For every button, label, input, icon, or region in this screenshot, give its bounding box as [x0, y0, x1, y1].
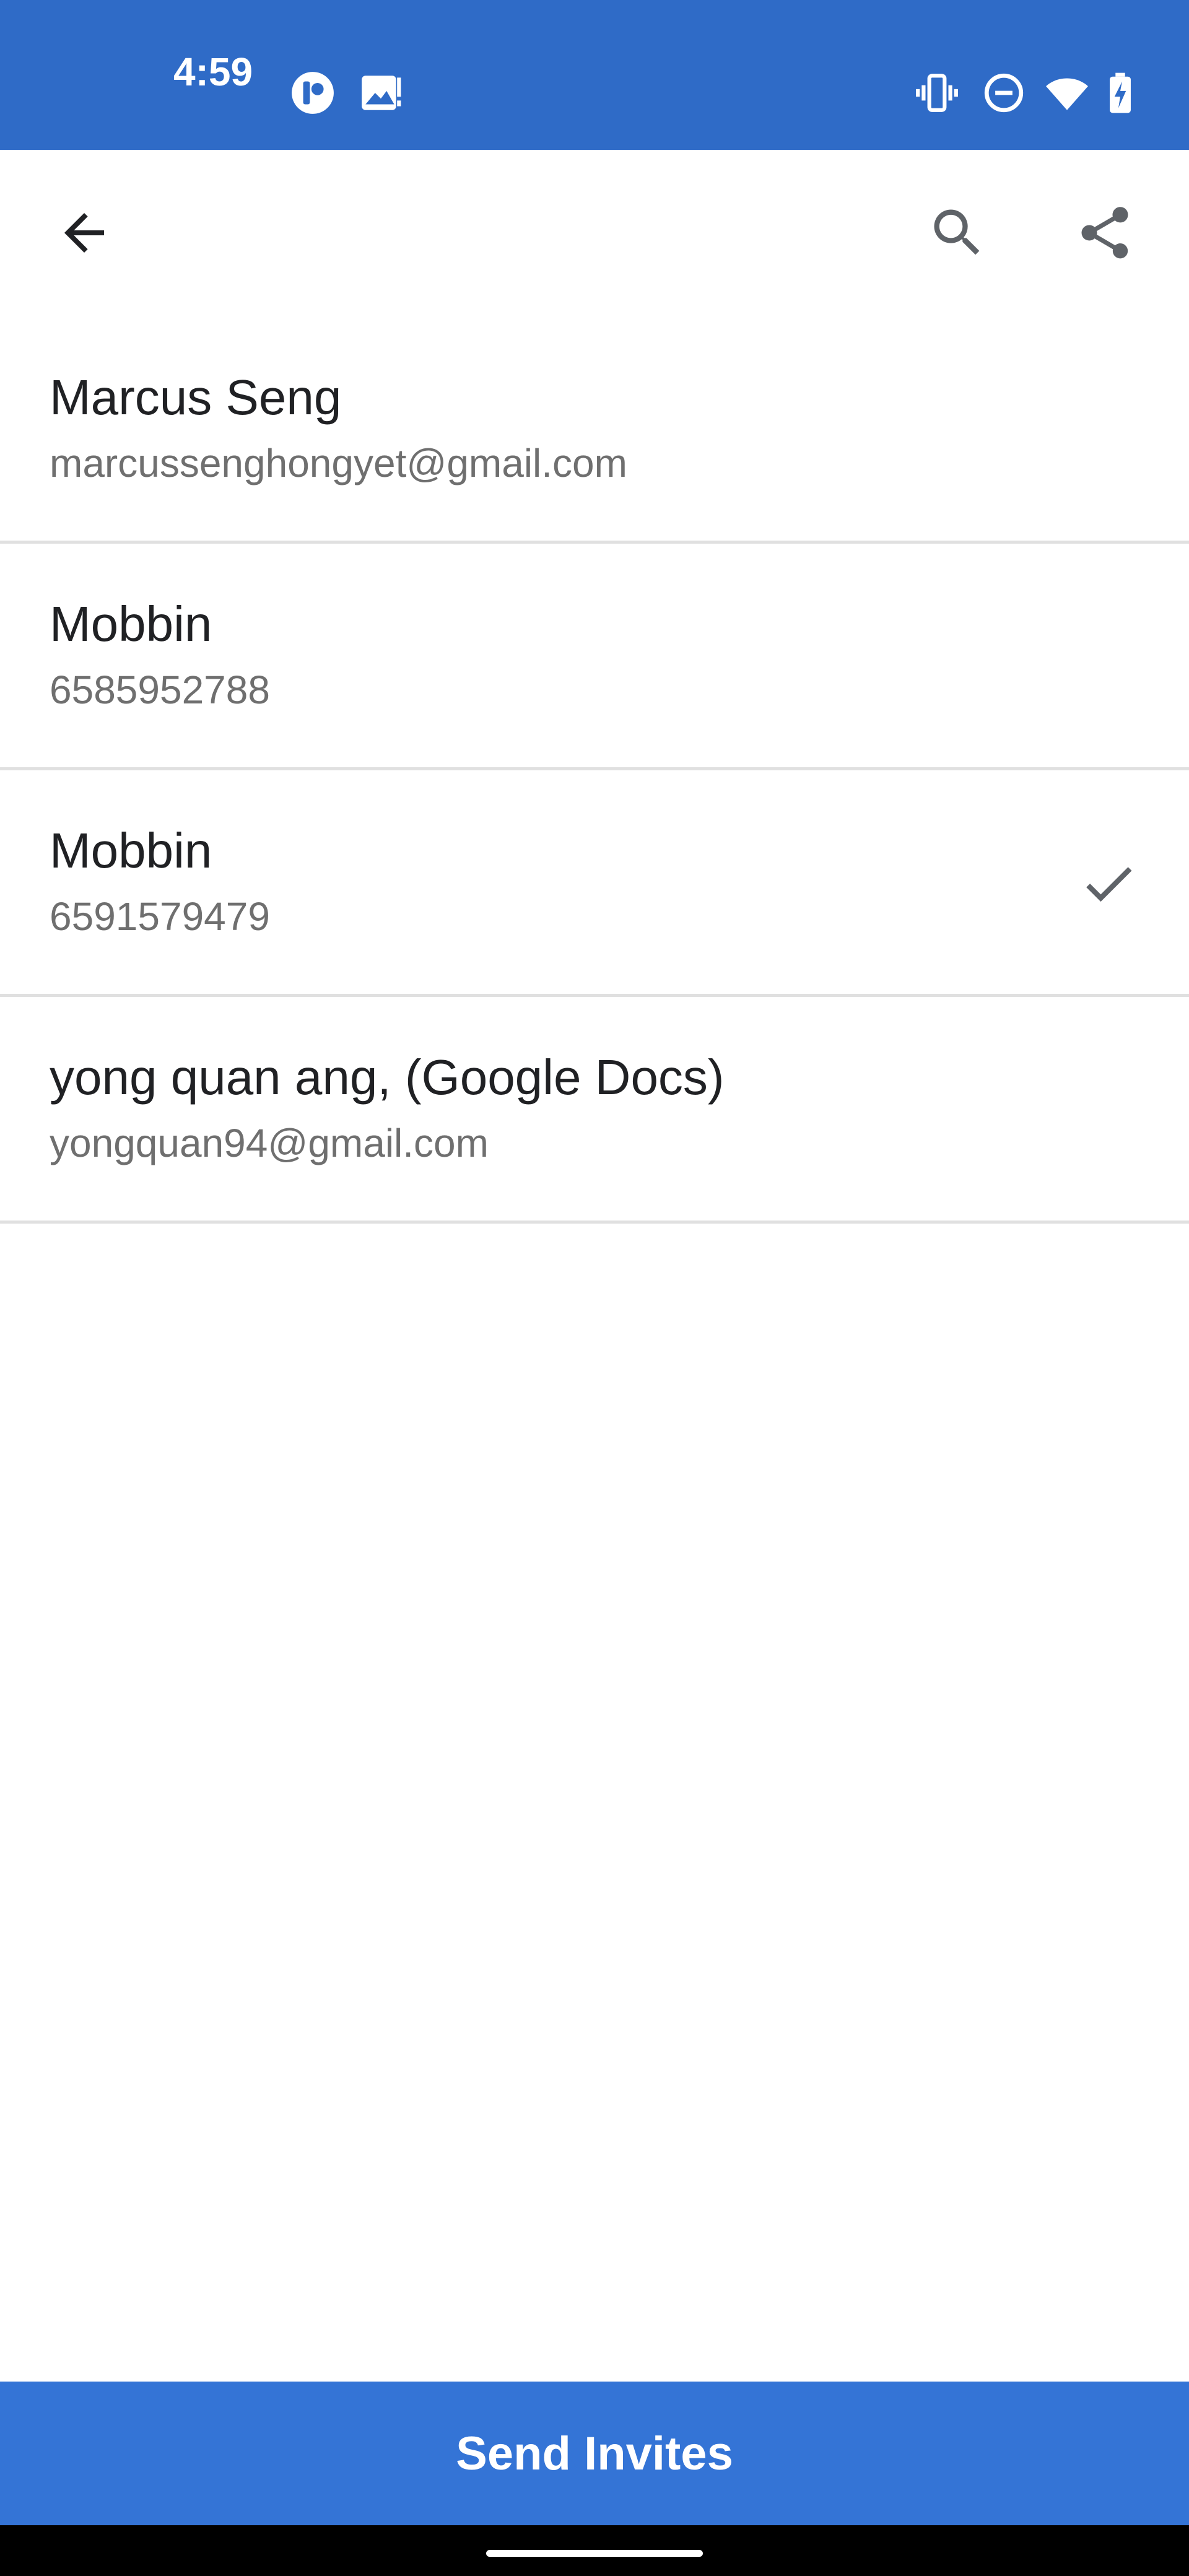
contact-row[interactable]: yong quan ang, (Google Docs) yongquan94@…	[0, 997, 1189, 1224]
contact-row[interactable]: Mobbin 6585952788	[0, 544, 1189, 770]
contact-phone: 6585952788	[50, 668, 270, 712]
app-bar	[0, 150, 1189, 317]
do-not-disturb-icon	[981, 70, 1027, 116]
navigation-bar	[0, 2525, 1189, 2576]
contact-row[interactable]: Marcus Seng marcussenghongyet@gmail.com	[0, 317, 1189, 544]
send-invites-button[interactable]: Send Invites	[0, 2382, 1189, 2525]
contact-list: Marcus Seng marcussenghongyet@gmail.com …	[0, 317, 1189, 1224]
vibrate-icon	[914, 70, 960, 116]
contact-row-selected[interactable]: Mobbin 6591579479	[0, 770, 1189, 997]
status-time: 4:59	[173, 50, 253, 94]
contact-name: Mobbin	[50, 823, 212, 878]
contact-name: Marcus Seng	[50, 370, 342, 425]
contact-email: marcussenghongyet@gmail.com	[50, 441, 627, 485]
search-icon	[934, 209, 980, 255]
app-notification-icon	[290, 70, 336, 116]
contact-email: yongquan94@gmail.com	[50, 1121, 489, 1165]
search-button[interactable]	[902, 177, 1013, 289]
image-notification-icon	[358, 70, 404, 116]
arrow-left-icon	[64, 213, 104, 253]
contact-phone: 6591579479	[50, 894, 270, 939]
status-bar: 4:59	[0, 0, 1189, 150]
back-button[interactable]	[28, 177, 140, 289]
battery-charging-icon	[1097, 70, 1143, 116]
home-gesture-handle[interactable]	[486, 2550, 703, 2557]
wifi-icon	[1044, 70, 1090, 116]
share-icon	[1081, 207, 1128, 259]
share-button[interactable]	[1049, 177, 1161, 289]
checkmark-icon	[1086, 867, 1132, 902]
contact-name: yong quan ang, (Google Docs)	[50, 1050, 725, 1105]
contact-name: Mobbin	[50, 596, 212, 651]
